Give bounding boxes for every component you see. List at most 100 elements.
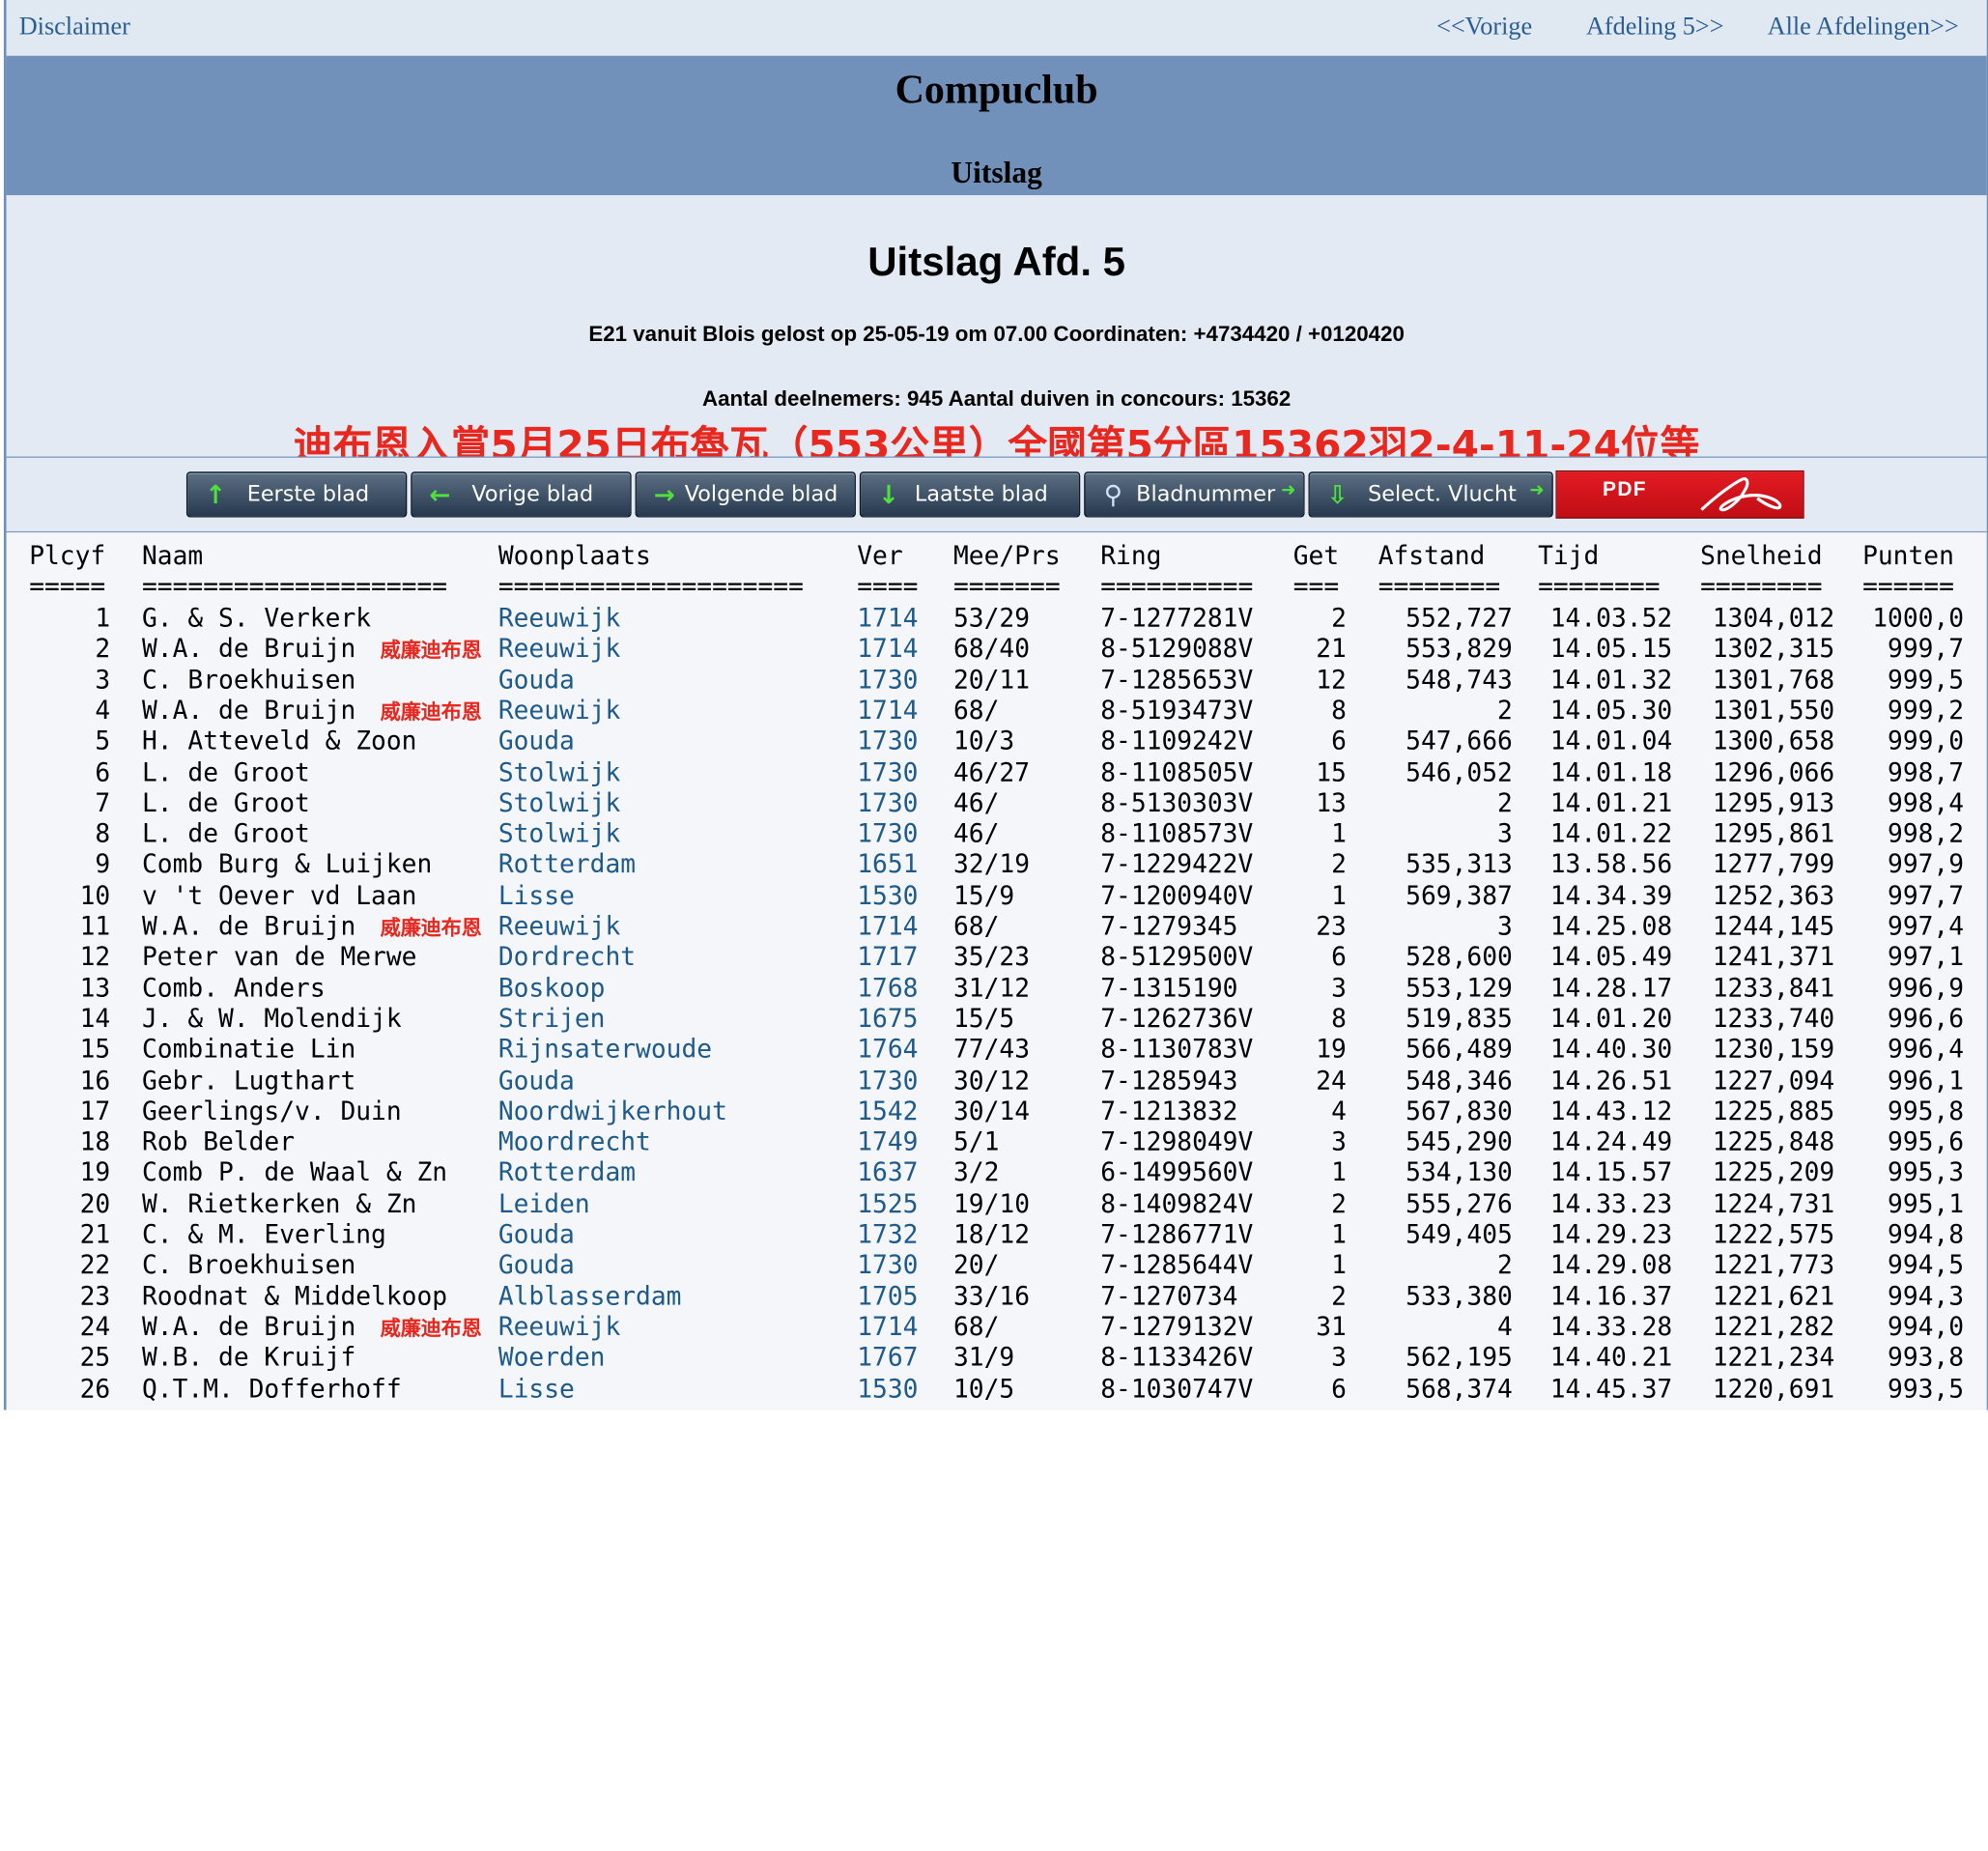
table-cell: 3 [1331, 1125, 1347, 1157]
header-underline: ======= [953, 570, 1061, 602]
table-cell: v 't Oever vd Laan [142, 879, 417, 910]
table-cell: 1 [1331, 879, 1347, 910]
table-cell: 1764 [857, 1033, 919, 1065]
table-cell: 1 [1331, 1249, 1347, 1280]
table-cell: Boskoop [497, 972, 606, 1003]
table-cell: 18 [79, 1125, 111, 1157]
table-cell: 19/10 [953, 1187, 1031, 1218]
table-cell: 14.26.51 [1549, 1064, 1673, 1096]
table-cell: 25 [79, 1341, 111, 1373]
table-cell: 7-1270734 [1100, 1280, 1238, 1311]
table-cell: 24 [1316, 1064, 1347, 1096]
table-cell: 8 [95, 817, 111, 849]
table-cell: 7-1285943 [1100, 1064, 1238, 1096]
header-underline: ==================== [142, 570, 448, 602]
table-cell: Lisse [497, 1372, 575, 1404]
table-cell: 8-1130783V [1100, 1033, 1254, 1065]
table-cell: 8 [1331, 1003, 1347, 1034]
column-header: Ring [1100, 540, 1162, 571]
select-flight-button[interactable]: ⇩ Select. Vlucht ➜ [1308, 471, 1553, 518]
table-cell: 1730 [857, 755, 919, 787]
table-cell: 4 [1331, 1095, 1347, 1126]
table-cell: 9 [95, 848, 111, 880]
table-cell: 995,1 [1888, 1187, 1965, 1218]
arrow-left-icon: ← [429, 479, 451, 510]
pdf-button[interactable]: PDF [1555, 470, 1804, 519]
table-cell: 14.01.18 [1549, 755, 1673, 787]
chinese-name-annotation: 威廉迪布恩 [380, 699, 482, 725]
table-cell: 18/12 [953, 1218, 1031, 1249]
last-page-button[interactable]: ↓ Laatste blad [859, 471, 1081, 518]
table-cell: 997,9 [1888, 848, 1965, 880]
table-cell: 13.58.56 [1549, 848, 1673, 880]
table-cell: Reeuwijk [497, 1310, 621, 1342]
table-cell: 31/12 [953, 972, 1031, 1003]
table-cell: 534,130 [1406, 1156, 1513, 1188]
table-cell: 535,313 [1406, 848, 1513, 880]
header-underline: ======== [1700, 570, 1823, 602]
table-cell: 6-1499560V [1100, 1156, 1254, 1188]
table-cell: 21 [1316, 633, 1347, 664]
table-cell: 77/43 [953, 1033, 1031, 1065]
table-cell: 32/19 [953, 848, 1031, 880]
table-cell: 20/ [953, 1249, 1000, 1280]
table-cell: 5 [95, 725, 111, 756]
first-page-button[interactable]: ↑ Eerste blad [185, 471, 408, 518]
header-underline: ==================== [497, 570, 804, 602]
next-division-link[interactable]: Afdeling 5>> [1586, 13, 1724, 42]
table-cell: 1295,913 [1712, 786, 1835, 818]
table-cell: L. de Groot [142, 786, 310, 818]
table-cell: 7-1279132V [1100, 1310, 1254, 1342]
table-cell: Comb P. de Waal & Zn [142, 1156, 448, 1188]
disclaimer-link[interactable]: Disclaimer [19, 13, 130, 42]
table-cell: 68/40 [953, 633, 1031, 664]
table-cell: Stolwijk [497, 817, 621, 849]
table-cell: Reeuwijk [497, 633, 621, 664]
page-number-button[interactable]: ⚲ Bladnummer ➜ [1084, 471, 1305, 518]
next-page-button[interactable]: → Volgende blad [635, 471, 856, 518]
table-cell: 23 [1316, 910, 1347, 941]
all-divisions-link[interactable]: Alle Afdelingen>> [1768, 13, 1959, 42]
table-cell: Combinatie Lin [142, 1033, 356, 1065]
table-cell: 999,2 [1888, 695, 1965, 726]
table-cell: 1730 [857, 1249, 919, 1280]
table-cell: 7-1279345 [1100, 910, 1238, 941]
table-cell: 53/29 [953, 602, 1031, 633]
table-cell: 8-5129500V [1100, 941, 1254, 972]
table-cell: 996,4 [1888, 1033, 1965, 1065]
table-cell: 548,743 [1406, 664, 1513, 695]
table-cell: 13 [79, 972, 111, 1003]
table-cell: W.B. de Kruijf [142, 1341, 356, 1373]
table-cell: H. Atteveld & Zoon [142, 725, 417, 756]
table-cell: 12 [79, 941, 111, 972]
top-navigation: Disclaimer <<Vorige Afdeling 5>> Alle Af… [6, 0, 1987, 56]
table-cell: 1 [95, 602, 111, 633]
header-underline: ======== [1538, 570, 1661, 602]
table-cell: 994,0 [1888, 1310, 1965, 1342]
table-cell: Comb. Anders [142, 972, 326, 1003]
table-cell: Gouda [497, 1218, 575, 1249]
table-cell: 1252,363 [1712, 879, 1835, 910]
previous-link[interactable]: <<Vorige [1436, 13, 1532, 42]
table-cell: L. de Groot [142, 817, 310, 849]
table-cell: Stolwijk [497, 755, 621, 787]
table-cell: 7-1277281V [1100, 602, 1254, 633]
table-cell: 1300,658 [1712, 725, 1835, 756]
table-cell: 2 [1331, 1187, 1347, 1218]
table-cell: 995,6 [1888, 1125, 1965, 1157]
header-underline: ====== [1862, 570, 1954, 602]
table-cell: 1000,0 [1872, 602, 1965, 633]
table-cell: 14 [79, 1003, 111, 1034]
previous-page-button[interactable]: ← Vorige blad [411, 471, 632, 518]
table-cell: 3 [1331, 972, 1347, 1003]
table-cell: 14.34.39 [1549, 879, 1673, 910]
table-cell: 7-1229422V [1100, 848, 1254, 880]
table-cell: C. Broekhuisen [142, 664, 356, 695]
table-cell: Comb Burg & Luijken [142, 848, 433, 880]
table-cell: 46/ [953, 786, 1000, 818]
table-cell: 555,276 [1406, 1187, 1513, 1218]
table-cell: 2 [1331, 848, 1347, 880]
table-cell: 996,6 [1888, 1003, 1965, 1034]
table-cell: 12 [1316, 664, 1347, 695]
table-cell: Gouda [497, 1249, 575, 1280]
